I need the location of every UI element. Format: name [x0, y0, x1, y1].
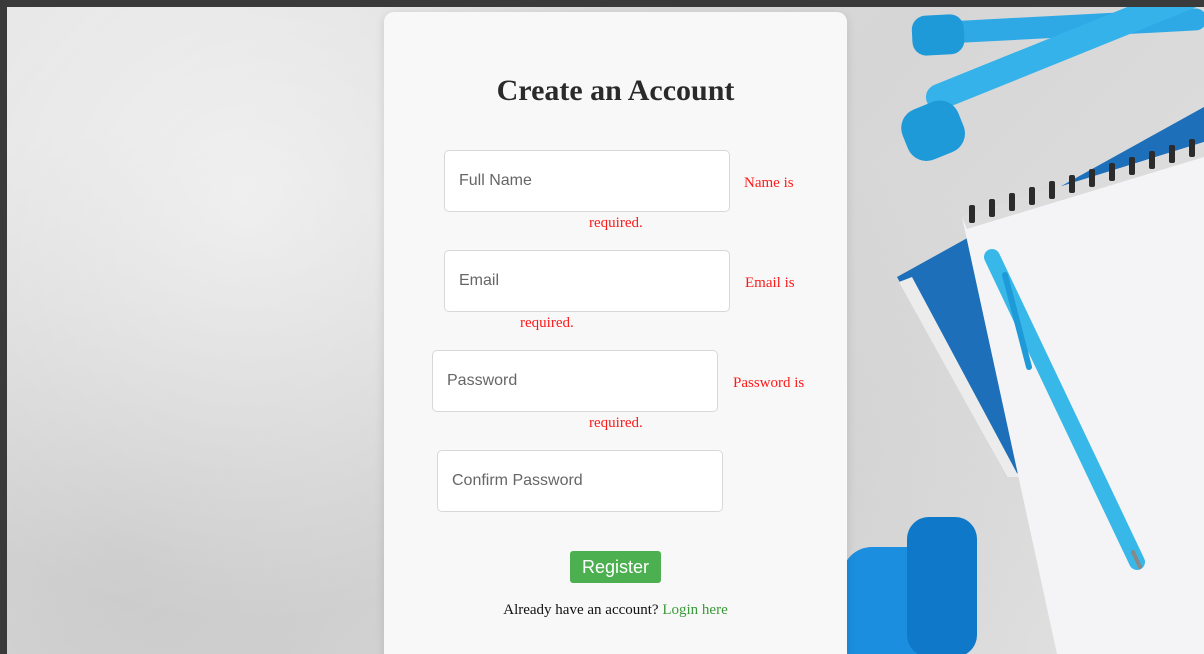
password-error-text-part2: required. [589, 415, 643, 431]
login-link[interactable]: Login here [662, 602, 727, 618]
page-background: Create an Account Name is required. Emai… [7, 7, 1204, 654]
password-error-text-part1: Password is [733, 375, 805, 391]
name-error-text-part1: Name is [744, 175, 794, 191]
email-input[interactable] [444, 250, 730, 312]
login-prompt-text: Already have an account? [503, 602, 659, 618]
name-error-text-part2: required. [589, 215, 643, 231]
email-error-text-part2: required. [520, 315, 574, 331]
login-prompt-line: Already have an account? Login here [384, 602, 847, 619]
password-input[interactable] [432, 350, 718, 412]
register-card: Create an Account Name is required. Emai… [384, 12, 847, 654]
email-error-text-part1: Email is [745, 275, 795, 291]
confirm-password-input[interactable] [437, 450, 723, 512]
page-title: Create an Account [496, 74, 735, 107]
full-name-input[interactable] [444, 150, 730, 212]
register-button[interactable]: Register [570, 551, 661, 583]
blue-dumbbell [842, 517, 977, 654]
